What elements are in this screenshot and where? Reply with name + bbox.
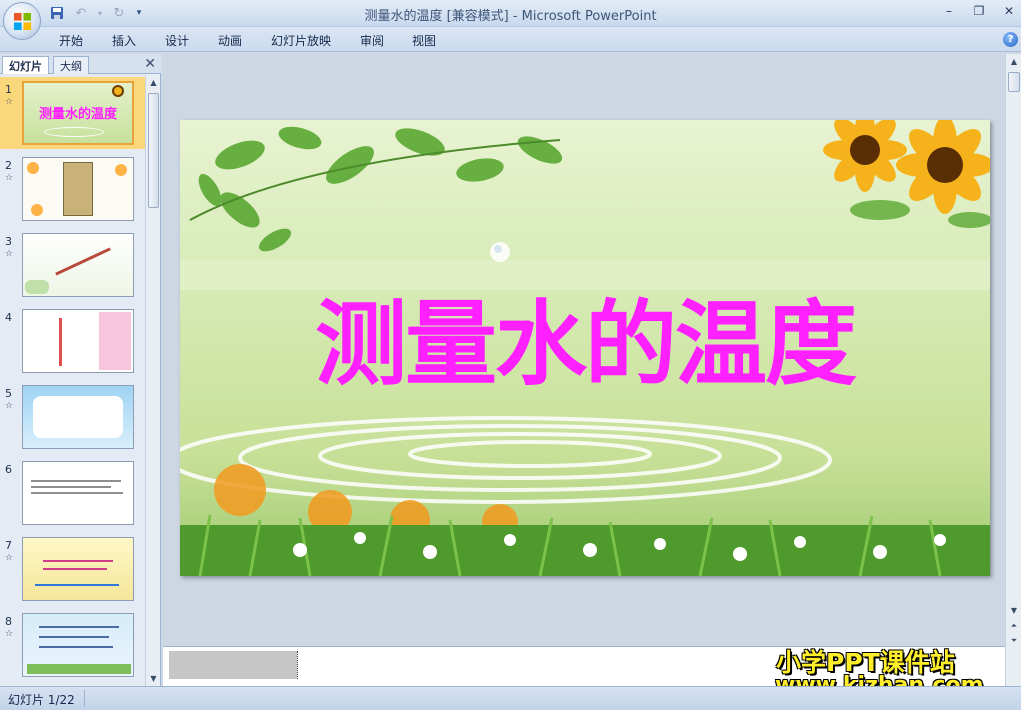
slide-number: 5 [5, 387, 12, 400]
office-button[interactable] [3, 2, 41, 40]
slide-number: 3 [5, 235, 12, 248]
title-bar: ↶ ▾ ↻ ▾ 测量水的温度 [兼容模式] - Microsoft PowerP… [0, 0, 1021, 27]
slide-preview [22, 157, 134, 221]
ribbon-tab-bar: 开始 插入 设计 动画 幻灯片放映 审阅 视图 ? [0, 27, 1021, 52]
thermometer-image [63, 162, 93, 216]
tab-design[interactable]: 设计 [165, 32, 189, 49]
window-controls: – ❐ ✕ [941, 3, 1017, 19]
text-line [35, 584, 119, 586]
slide-number: 4 [5, 311, 12, 324]
text-line [39, 626, 119, 628]
slide-preview [22, 537, 134, 601]
slide-indicator: 幻灯片 1/22 [8, 693, 75, 707]
next-slide-icon[interactable]: ⏷ [1006, 633, 1021, 648]
slide-thumbnail[interactable]: 7 ☆ [0, 533, 145, 605]
text-line [39, 646, 113, 648]
slide-number: 6 [5, 463, 12, 476]
tab-animation[interactable]: 动画 [218, 32, 242, 49]
slide-thumbnail[interactable]: 5 ☆ [0, 381, 145, 453]
notes-placeholder [169, 651, 297, 679]
close-window-icon[interactable]: ✕ [1001, 3, 1017, 19]
tab-insert[interactable]: 插入 [112, 32, 136, 49]
flower-icon [31, 204, 43, 216]
slide-number: 7 [5, 539, 12, 552]
hello-kitty-image [99, 312, 131, 370]
thumbnail-list: 1 ☆ 测量水的温度 2 ☆ 3 ☆ 4 5 ☆ 6 7 ☆ 8 ☆ [0, 75, 145, 686]
slide-preview [22, 613, 134, 677]
slide-thumbnail[interactable]: 2 ☆ [0, 153, 145, 225]
scroll-thumb[interactable] [148, 93, 159, 208]
office-logo-icon [13, 12, 32, 31]
slide-preview [22, 233, 134, 297]
slide-preview [22, 461, 134, 525]
minimize-icon[interactable]: – [941, 3, 957, 19]
text-line [43, 568, 107, 570]
help-icon[interactable]: ? [1003, 32, 1018, 47]
slide-number: 1 [5, 83, 12, 96]
thumbnail-scrollbar[interactable]: ▲ ▼ [145, 75, 160, 686]
slide-thumbnail[interactable]: 8 ☆ [0, 609, 145, 681]
tab-home[interactable]: 开始 [59, 32, 83, 49]
slide-workspace: 测量水的温度 [163, 54, 1005, 645]
ripple-shape [44, 127, 104, 137]
previous-slide-icon[interactable]: ⏶ [1006, 618, 1021, 633]
animation-icon: ☆ [5, 629, 14, 639]
thermometer-image [59, 318, 62, 366]
slide-number: 2 [5, 159, 12, 172]
slide-thumbnail[interactable]: 1 ☆ 测量水的温度 [0, 77, 145, 149]
slide-scrollbar[interactable]: ▲ ▼ ⏶ ⏷ [1005, 54, 1021, 686]
slide-thumbnail[interactable]: 4 [0, 305, 145, 377]
scroll-thumb[interactable] [1008, 72, 1020, 92]
text-line [39, 636, 109, 638]
text-line [31, 492, 123, 494]
slide-preview: 测量水的温度 [22, 81, 134, 145]
slides-panel: 幻灯片 大纲 ✕ 1 ☆ 测量水的温度 2 ☆ 3 ☆ 4 5 ☆ 6 7 ☆ … [0, 54, 161, 686]
flower-icon [115, 164, 127, 176]
slide-title[interactable]: 测量水的温度 [180, 270, 990, 403]
slide-preview [22, 309, 134, 373]
tab-view[interactable]: 视图 [412, 32, 436, 49]
slide-preview [22, 385, 134, 449]
panel-tabs: 幻灯片 大纲 ✕ [0, 54, 161, 74]
tab-slides[interactable]: 幻灯片 [2, 56, 49, 74]
animation-icon: ☆ [5, 249, 14, 259]
status-divider [84, 690, 85, 707]
scroll-up-icon[interactable]: ▲ [1006, 54, 1021, 69]
animation-icon: ☆ [5, 553, 14, 563]
text-line [31, 480, 121, 482]
text-line [43, 560, 113, 562]
grass-image [27, 664, 131, 674]
restore-icon[interactable]: ❐ [971, 3, 987, 19]
window-title: 测量水的温度 [兼容模式] - Microsoft PowerPoint [364, 9, 657, 24]
animation-icon: ☆ [5, 401, 14, 411]
tab-outline[interactable]: 大纲 [53, 56, 89, 74]
animation-icon: ☆ [5, 97, 14, 107]
close-panel-icon[interactable]: ✕ [144, 56, 156, 72]
scroll-down-icon[interactable]: ▼ [146, 671, 161, 686]
sunflower-icon [112, 85, 124, 97]
scroll-up-icon[interactable]: ▲ [146, 75, 161, 90]
plant-image [25, 280, 49, 294]
thumbnail-title: 测量水的温度 [38, 107, 117, 122]
text-line [31, 486, 111, 488]
slide-thumbnail[interactable]: 3 ☆ [0, 229, 145, 301]
text-panel [33, 396, 123, 438]
thermometer-image [55, 247, 111, 276]
flower-icon [27, 162, 39, 174]
tab-slideshow[interactable]: 幻灯片放映 [271, 32, 331, 49]
animation-icon: ☆ [5, 173, 14, 183]
scroll-down-icon[interactable]: ▼ [1006, 603, 1021, 618]
slide-thumbnail[interactable]: 6 [0, 457, 145, 529]
status-bar: 幻灯片 1/22 [0, 686, 1021, 710]
text-cursor [297, 651, 299, 679]
slide-number: 8 [5, 615, 12, 628]
slide-canvas[interactable]: 测量水的温度 [180, 120, 990, 576]
tab-review[interactable]: 审阅 [360, 32, 384, 49]
